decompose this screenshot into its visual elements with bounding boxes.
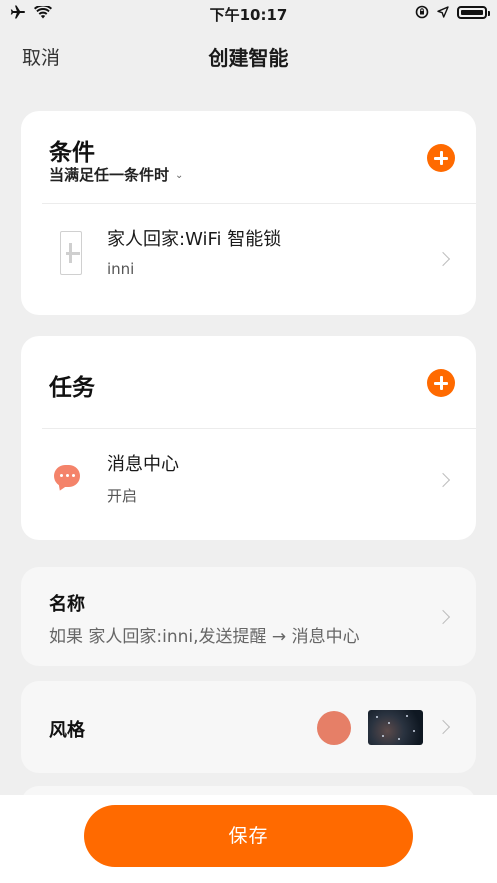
add-condition-button[interactable] (427, 144, 455, 172)
tasks-card: 任务 消息中心 开启 (21, 336, 476, 540)
task-item-subtitle: 开启 (107, 487, 138, 505)
location-arrow-icon (437, 6, 449, 18)
tasks-title: 任务 (49, 375, 95, 401)
name-value: 如果 家人回家:inni,发送提醒 → 消息中心 (49, 627, 360, 647)
save-button[interactable]: 保存 (84, 805, 413, 867)
chevron-right-icon (435, 609, 451, 625)
chevron-right-icon (435, 251, 451, 267)
condition-match-mode-dropdown[interactable]: 当满足任一条件时 ⌄ (49, 164, 183, 185)
door-lock-icon (60, 231, 82, 275)
chevron-down-icon: ⌄ (175, 170, 184, 181)
status-right (415, 5, 490, 19)
footer-bar: 保存 (0, 795, 497, 883)
conditions-card: 条件 当满足任一条件时 ⌄ 家人回家:WiFi 智能锁 inni (21, 111, 476, 315)
style-color-swatch[interactable] (317, 711, 351, 745)
add-task-button[interactable] (427, 369, 455, 397)
nav-bar: 取消 创建智能 (0, 28, 497, 84)
name-field-row[interactable]: 名称 如果 家人回家:inni,发送提醒 → 消息中心 (21, 567, 476, 666)
task-item-title: 消息中心 (107, 454, 179, 475)
battery-icon (457, 5, 490, 19)
rotation-lock-icon (415, 5, 429, 19)
page-title: 创建智能 (208, 46, 289, 70)
style-background-thumbnail[interactable] (368, 710, 423, 745)
name-label: 名称 (49, 594, 85, 615)
status-bar: 下午10:17 (0, 0, 497, 28)
condition-item-title: 家人回家:WiFi 智能锁 (107, 229, 282, 250)
style-label: 风格 (49, 720, 85, 741)
chevron-right-icon (435, 719, 451, 735)
task-item[interactable]: 消息中心 开启 (21, 429, 476, 539)
create-smart-scene-screen: 下午10:17 取消 创建智能 条件 当满足任一条件时 ⌄ 家人回家:WiFi 智… (0, 0, 497, 883)
message-icon (54, 465, 80, 487)
condition-item-subtitle: inni (107, 260, 135, 278)
conditions-title: 条件 (49, 140, 95, 166)
style-field-row[interactable]: 风格 (21, 681, 476, 773)
chevron-right-icon (435, 472, 451, 488)
match-mode-label: 当满足任一条件时 (49, 166, 170, 184)
condition-item[interactable]: 家人回家:WiFi 智能锁 inni (21, 204, 476, 314)
